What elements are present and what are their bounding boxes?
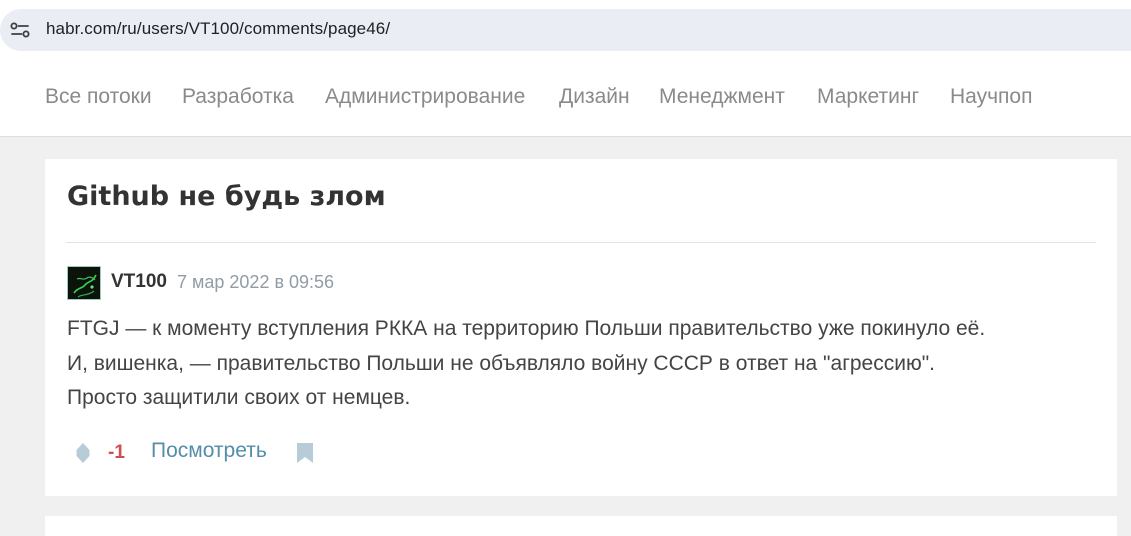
address-bar[interactable]: habr.com/ru/users/VT100/comments/page46/ [0,9,1131,51]
post-title[interactable]: Github не будь злом [67,181,386,212]
comment-score: -1 [108,442,125,463]
nav-item-marketing[interactable]: Маркетинг [817,85,919,109]
avatar-image [68,267,100,299]
comment-line: Просто защитили своих от немцев. [67,386,411,409]
vote-icon[interactable] [75,442,91,464]
comment-card: Github не будь злом VT100 7 мар 2022 в 0… [45,159,1117,496]
bookmark-icon[interactable] [296,442,314,464]
url-text[interactable]: habr.com/ru/users/VT100/comments/page46/ [46,19,390,39]
nav-item-administration[interactable]: Администрирование [325,85,525,109]
comment-line: И, вишенка, — правительство Польши не об… [67,351,935,375]
divider [66,242,1096,243]
nav-item-all-flows[interactable]: Все потоки [45,85,152,109]
nav-item-development[interactable]: Разработка [182,85,294,109]
next-card [45,516,1117,536]
hubs-nav: Все потоки Разработка Администрирование … [0,59,1131,137]
nav-item-management[interactable]: Менеджмент [659,85,785,109]
nav-item-design[interactable]: Дизайн [559,85,630,109]
comment-line: FTGJ — к моменту вступления РККА на терр… [67,317,986,340]
site-info-icon[interactable] [10,21,30,39]
avatar[interactable] [67,266,101,300]
comment-body: FTGJ — к моменту вступления РККА на терр… [67,312,1097,416]
comment-author[interactable]: VT100 [111,271,167,293]
browser-toolbar: habr.com/ru/users/VT100/comments/page46/ [0,0,1131,59]
view-comment-link[interactable]: Посмотреть [151,439,267,463]
comment-date[interactable]: 7 мар 2022 в 09:56 [177,272,334,293]
nav-item-popsci[interactable]: Научпоп [950,85,1032,109]
